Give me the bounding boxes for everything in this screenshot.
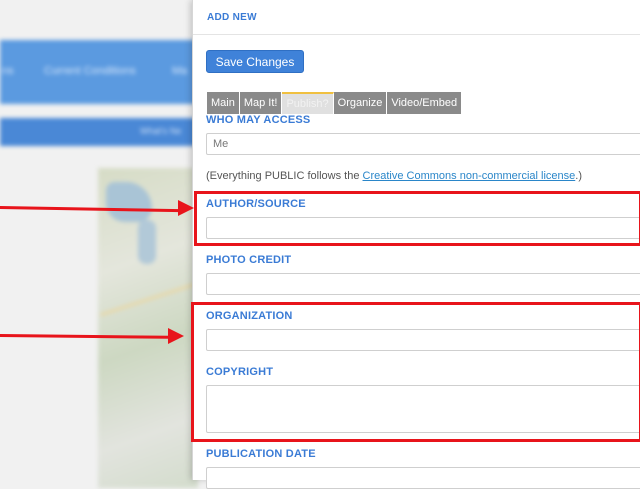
publication-date-field[interactable]: [206, 467, 640, 489]
panel-header: ADD NEW: [193, 0, 640, 35]
background-sub-bar-text: What's Ne: [140, 126, 182, 136]
background-nav-item: ns: [2, 65, 14, 77]
tab-main[interactable]: Main: [207, 92, 240, 114]
save-changes-button[interactable]: Save Changes: [206, 50, 304, 73]
license-note-suffix: .): [575, 170, 582, 182]
photo-credit-label: PHOTO CREDIT: [206, 254, 292, 266]
who-may-access-field[interactable]: [206, 133, 640, 155]
arrow-head-icon: [178, 200, 194, 216]
license-note-prefix: (Everything PUBLIC follows the: [206, 170, 363, 182]
background-nav-item: Ma: [172, 65, 188, 77]
map-water: [106, 182, 152, 222]
tab-bar: Main Map It! Publish? Organize Video/Emb…: [207, 92, 463, 114]
license-link[interactable]: Creative Commons non-commercial license: [363, 170, 576, 182]
who-may-access-label: WHO MAY ACCESS: [206, 114, 311, 126]
tab-organize[interactable]: Organize: [333, 92, 388, 114]
publication-date-label: PUBLICATION DATE: [206, 448, 316, 460]
background-nav-item: Current Conditions: [44, 65, 136, 77]
photo-credit-field[interactable]: [206, 273, 640, 295]
map-road: [99, 282, 197, 317]
tab-publish[interactable]: Publish?: [282, 92, 334, 114]
organization-copyright-highlight-box: [191, 302, 640, 442]
panel-title: ADD NEW: [207, 12, 257, 23]
arrow-head-icon: [168, 328, 184, 344]
author-source-highlight-box: [194, 191, 640, 246]
map-water: [138, 220, 156, 264]
tab-map-it[interactable]: Map It!: [239, 92, 283, 114]
license-note: (Everything PUBLIC follows the Creative …: [206, 170, 582, 182]
tab-video-embed[interactable]: Video/Embed: [387, 92, 463, 114]
